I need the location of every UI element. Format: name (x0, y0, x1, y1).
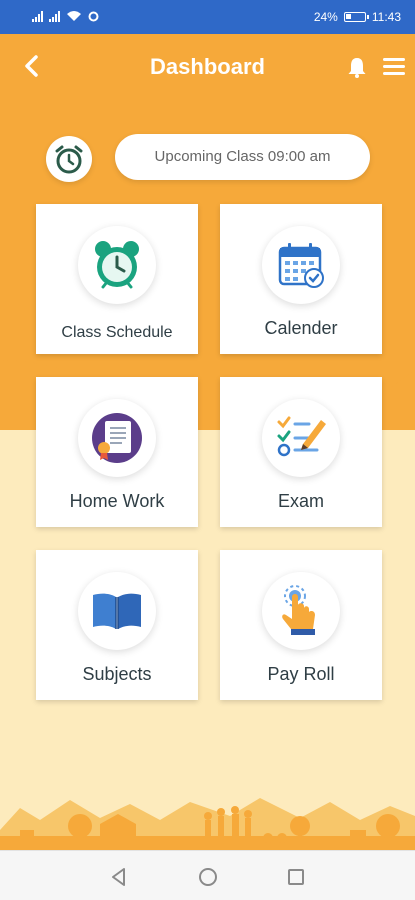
status-bar: 24% 11:43 (0, 0, 415, 34)
tile-icon-circle (78, 226, 156, 304)
clock-time: 11:43 (371, 10, 401, 24)
tap-hand-icon (282, 585, 315, 635)
open-book-icon (93, 593, 141, 629)
tile-label: Calender (264, 318, 338, 338)
recents-square-icon[interactable] (285, 866, 307, 888)
alarm-clock-icon (95, 241, 139, 289)
tile-subjects[interactable]: Subjects (36, 550, 198, 700)
signal-indicators (32, 10, 99, 22)
homework-document-icon (92, 413, 142, 463)
bell-icon[interactable] (347, 56, 367, 78)
wifi-icon (67, 11, 81, 21)
status-right: 24% 11:43 (314, 10, 401, 24)
settings-cog-icon (88, 11, 99, 21)
tile-label: Subjects (82, 664, 152, 684)
tile-calender[interactable]: Calender (220, 204, 382, 354)
home-circle-icon[interactable] (197, 866, 219, 888)
tile-icon-circle (78, 572, 156, 650)
tile-icon-circle (262, 399, 340, 477)
signal-icon (32, 10, 43, 22)
alarm-clock-small-icon (55, 145, 83, 174)
alarm-button[interactable] (46, 136, 92, 182)
app-header: Dashboard (0, 34, 415, 100)
upcoming-class-pill[interactable]: Upcoming Class 09:00 am (115, 134, 370, 180)
tile-icon-circle (262, 572, 340, 650)
system-navigation-bar (0, 850, 415, 900)
tile-label: Class Schedule (61, 324, 173, 341)
tile-label: Exam (277, 491, 324, 511)
tile-exam[interactable]: Exam (220, 377, 382, 527)
signal-icon-2 (49, 10, 60, 22)
city-silhouette-illustration (0, 798, 415, 850)
battery-percent: 24% (313, 10, 338, 24)
calendar-icon (278, 243, 324, 288)
tile-icon-circle (262, 226, 340, 304)
back-triangle-icon[interactable] (108, 866, 130, 888)
tile-label: Pay Roll (267, 664, 335, 684)
tile-pay-roll[interactable]: Pay Roll (220, 550, 382, 700)
tile-icon-circle (78, 399, 156, 477)
battery-icon (343, 12, 369, 22)
menu-icon[interactable] (383, 58, 405, 76)
exam-checklist-icon (277, 416, 326, 457)
tile-label: Home Work (69, 491, 165, 511)
tile-home-work[interactable]: Home Work (36, 377, 198, 527)
tile-class-schedule[interactable]: Class Schedule (36, 204, 198, 354)
